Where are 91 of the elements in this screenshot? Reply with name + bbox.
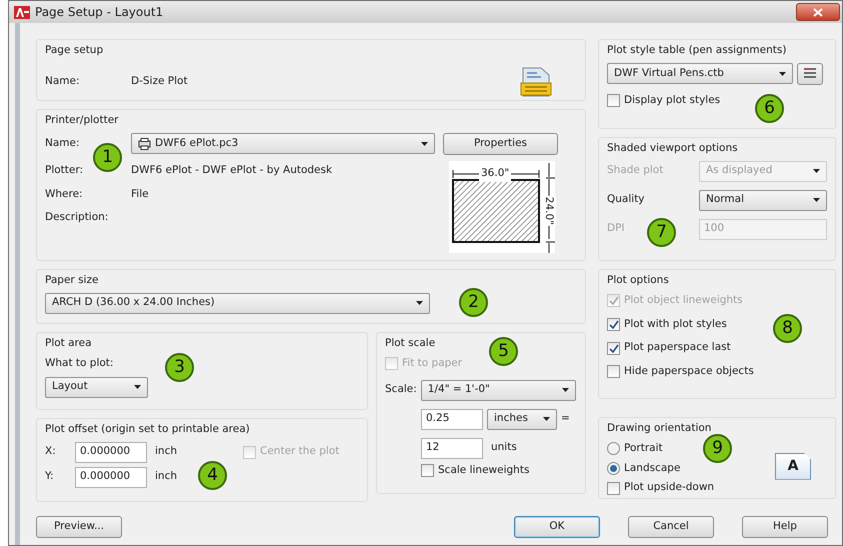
checkbox-label: Fit to paper [402, 356, 462, 371]
unit-select[interactable]: inches [487, 408, 557, 430]
checkbox-label: Plot with plot styles [624, 316, 727, 332]
field-label: Name: [45, 74, 81, 89]
checkbox-label: Hide paperspace objects [624, 364, 754, 379]
radio-label: Portrait [624, 440, 663, 456]
page-setup-name: D-Size Plot [131, 74, 188, 89]
radio-button[interactable] [607, 442, 620, 456]
checkbox[interactable] [607, 365, 620, 378]
field-label: X: [45, 444, 57, 460]
equals-label: = [561, 411, 570, 426]
dialog-button[interactable]: Help [742, 516, 828, 538]
caret-icon [562, 388, 569, 392]
caret-icon [543, 417, 550, 421]
scale-amount-field[interactable]: 0.25 [421, 408, 483, 430]
edit-style-button[interactable] [797, 62, 823, 85]
app-icon [14, 6, 30, 18]
caret-icon [813, 198, 820, 202]
checkbox-label: Plot paperspace last [624, 340, 731, 356]
unit-label: inch [155, 469, 177, 484]
dialog-button[interactable]: Cancel [628, 516, 714, 538]
field-label: DPI [607, 221, 625, 236]
checkbox-label: Center the plot [260, 444, 340, 460]
printer-select[interactable]: DWF6 ePlot.pc3 [131, 133, 435, 154]
radio-label: Landscape [624, 460, 680, 476]
checkbox[interactable] [607, 482, 620, 495]
caret-icon [134, 385, 141, 389]
group-title: Drawing orientation [607, 421, 712, 436]
group-title: Page setup [45, 43, 104, 58]
checkbox[interactable] [607, 318, 620, 331]
field-label: What to plot: [45, 356, 114, 371]
plot-area-select[interactable]: Layout [45, 376, 148, 398]
plotter-icon [138, 138, 151, 150]
group-title: Plot offset (origin set to printable area) [45, 422, 250, 437]
properties-button[interactable]: Properties [443, 132, 558, 155]
group-title: Printer/plotter [45, 113, 118, 128]
paper-size-select[interactable]: ARCH D (36.00 x 24.00 Inches) [45, 292, 430, 314]
unit-label: units [491, 440, 517, 456]
unit-label: inch [155, 444, 177, 460]
group-title: Plot style table (pen assignments) [607, 43, 786, 58]
file-icon [519, 66, 553, 97]
callout-badge: 7 [647, 218, 676, 247]
checkbox[interactable] [607, 342, 620, 355]
scale-select[interactable]: 1/4" = 1'-0" [420, 380, 576, 400]
field-label: Name: [45, 136, 81, 151]
checkbox-label: Plot object lineweights [624, 292, 743, 308]
group-title: Paper size [45, 273, 98, 288]
window-title: Page Setup - Layout1 [35, 4, 164, 21]
field-label: Y: [45, 469, 55, 484]
field-label: Shade plot [607, 163, 664, 178]
group-title: Plot options [607, 273, 669, 288]
checkbox-label: Plot upside-down [624, 480, 714, 496]
callout-badge: 8 [773, 314, 802, 343]
callout-badge: 5 [489, 337, 518, 366]
preview-button[interactable]: Preview... [36, 516, 122, 538]
caret-icon [416, 301, 423, 306]
checkbox[interactable] [607, 94, 620, 108]
plotter-value: DWF6 ePlot - DWF ePlot - by Autodesk [131, 162, 332, 178]
caret-icon [813, 169, 820, 174]
plot-style-select[interactable]: DWF Virtual Pens.ctb [607, 63, 793, 84]
caret-icon [421, 142, 428, 146]
group-title: Plot area [45, 336, 92, 351]
orientation-icon: A [775, 452, 811, 480]
callout-badge: 1 [93, 143, 122, 172]
close-button[interactable] [796, 3, 840, 21]
callout-badge: 6 [755, 94, 784, 123]
callout-badge: 3 [165, 353, 194, 382]
callout-badge: 2 [459, 288, 488, 317]
group-title: Shaded viewport options [607, 141, 738, 156]
radio-button[interactable] [607, 462, 620, 475]
field-label: Quality [607, 192, 645, 208]
where-value: File [131, 186, 149, 202]
field-label: Description: [45, 210, 110, 226]
caret-icon [779, 72, 786, 76]
group-title: Plot scale [385, 336, 436, 351]
y-offset-field[interactable]: 0.000000 [75, 466, 147, 488]
checkbox-label: Display plot styles [624, 92, 720, 108]
shade-select[interactable]: Normal [699, 190, 827, 211]
list-icon [803, 67, 817, 79]
units-field[interactable]: 12 [421, 438, 483, 458]
dialog-button[interactable]: OK [514, 516, 600, 538]
x-offset-field[interactable]: 0.000000 [75, 442, 147, 463]
field-label: Scale: [385, 382, 417, 398]
paper-width-label: 36.0" [479, 166, 512, 182]
field-label: Where: [45, 186, 84, 202]
callout-badge: 4 [198, 461, 227, 490]
callout-badge: 9 [703, 434, 732, 463]
field-label: Plotter: [45, 162, 84, 178]
close-icon [813, 8, 823, 16]
checkbox[interactable] [421, 464, 434, 477]
checkbox-label: Scale lineweights [438, 462, 530, 478]
